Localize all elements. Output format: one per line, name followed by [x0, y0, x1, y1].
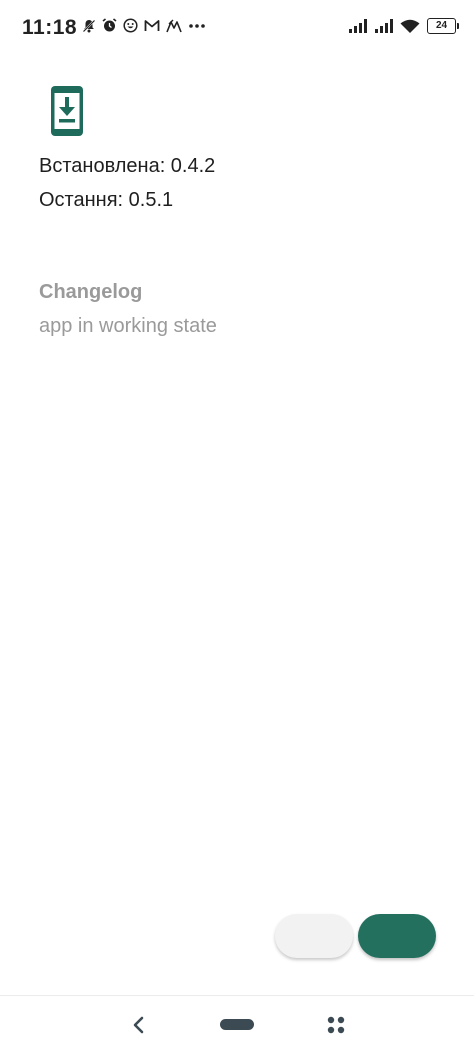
- app-switcher-icon[interactable]: [326, 1015, 346, 1035]
- status-bar: 11:18 24: [0, 0, 474, 58]
- changelog-title: Changelog: [39, 281, 143, 303]
- signal-app-icon: [166, 19, 182, 32]
- installed-version: Встановлена: 0.4.2: [39, 155, 216, 177]
- signal-bars-icon: [349, 19, 367, 33]
- home-pill-icon[interactable]: [220, 1019, 254, 1030]
- gmail-icon: [144, 20, 160, 31]
- phone-download-icon: [51, 86, 83, 136]
- status-icons-right: 24: [348, 18, 459, 34]
- wifi-icon: [400, 19, 420, 33]
- changelog-text: app in working state: [39, 315, 217, 337]
- alarm-icon: [102, 18, 117, 32]
- status-icons-left: [82, 18, 206, 33]
- status-time: 11:18: [22, 16, 78, 39]
- emoji-icon: [123, 18, 138, 33]
- back-icon[interactable]: [128, 1014, 150, 1036]
- update-button[interactable]: [358, 914, 436, 958]
- cancel-button[interactable]: [275, 914, 353, 958]
- signal-bars-icon: [375, 19, 393, 33]
- more-dots-icon: [189, 23, 205, 28]
- notification-muted-icon: [82, 18, 96, 33]
- navigation-bar: [0, 995, 474, 1054]
- latest-version: Остання: 0.5.1: [39, 189, 174, 211]
- battery-icon: 24: [427, 18, 459, 34]
